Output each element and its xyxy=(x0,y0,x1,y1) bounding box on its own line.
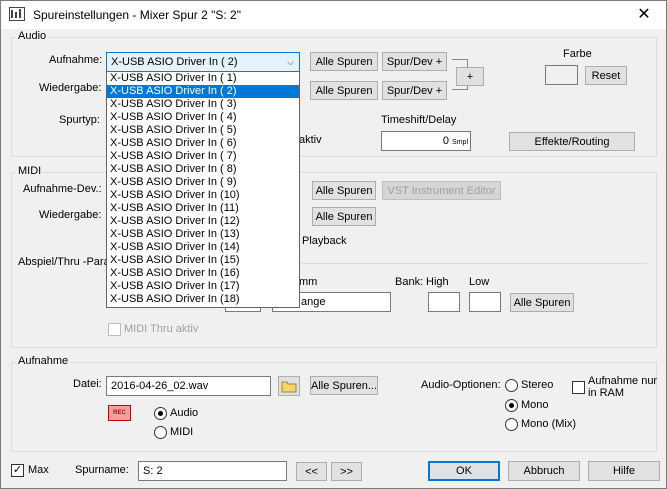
aufnahme-device-dropdown: X-USB ASIO Driver In ( 1) X-USB ASIO Driv… xyxy=(106,71,300,308)
aufnahme-device-select[interactable]: X-USB ASIO Driver In ( 2) ⌵ xyxy=(106,52,300,72)
reset-button[interactable]: Reset xyxy=(585,66,627,85)
alle-spuren-aufnahme-button[interactable]: Alle Spuren xyxy=(310,52,378,71)
wiedergabe-label: Wiedergabe: xyxy=(39,82,102,94)
aufnahme-dev-label: Aufnahme-Dev.: xyxy=(23,183,102,195)
aktiv-label: aktiv xyxy=(299,134,322,146)
midi-thru-checkbox[interactable] xyxy=(108,323,121,336)
programm-label: mm xyxy=(299,276,318,288)
dropdown-option[interactable]: X-USB ASIO Driver In (16) xyxy=(107,267,299,280)
close-icon[interactable]: ✕ xyxy=(630,5,658,25)
dropdown-option[interactable]: X-USB ASIO Driver In (15) xyxy=(107,254,299,267)
plus-button[interactable]: + xyxy=(456,67,484,86)
ram-only-label-1: Aufnahme nur xyxy=(588,375,658,387)
bank-high-label: High xyxy=(426,276,449,288)
max-checkbox[interactable]: ✓ xyxy=(11,464,24,477)
separator xyxy=(301,263,647,264)
stereo-label: Stereo xyxy=(521,379,554,391)
folder-icon[interactable] xyxy=(278,376,300,396)
dropdown-option[interactable]: X-USB ASIO Driver In (10) xyxy=(107,189,299,202)
dropdown-option[interactable]: X-USB ASIO Driver In (13) xyxy=(107,228,299,241)
prev-track-button[interactable]: << xyxy=(296,462,327,481)
datei-label: Datei: xyxy=(73,378,102,390)
bank-low-label: Low xyxy=(469,276,490,288)
alle-spuren-datei-button[interactable]: Alle Spuren... xyxy=(310,376,378,395)
audio-optionen-label: Audio-Optionen: xyxy=(421,379,501,391)
dropdown-option[interactable]: X-USB ASIO Driver In ( 5) xyxy=(107,124,299,137)
dropdown-option[interactable]: X-USB ASIO Driver In (11) xyxy=(107,202,299,215)
app-icon xyxy=(9,7,25,21)
vst-instrument-editor-button[interactable]: VST Instrument Editor xyxy=(382,181,501,200)
timeshift-input[interactable]: 0 Smpl xyxy=(381,131,471,151)
next-track-button[interactable]: >> xyxy=(331,462,362,481)
aufnahme-label: Aufnahme: xyxy=(49,54,103,66)
midi-alle-spuren-button-2[interactable]: Alle Spuren xyxy=(312,207,376,226)
midi-group-title: MIDI xyxy=(16,165,44,177)
farbe-label: Farbe xyxy=(563,48,592,60)
audio-group-title: Audio xyxy=(16,30,49,42)
dropdown-option[interactable]: X-USB ASIO Driver In ( 3) xyxy=(107,98,299,111)
spur-dev-wiedergabe-button[interactable]: Spur/Dev + xyxy=(382,81,447,100)
dropdown-option[interactable]: X-USB ASIO Driver In ( 6) xyxy=(107,137,299,150)
record-icon[interactable]: REC xyxy=(108,405,131,421)
dropdown-option[interactable]: X-USB ASIO Driver In ( 2) xyxy=(107,85,299,98)
link-line xyxy=(452,59,468,60)
audio-radio-label: Audio xyxy=(170,407,199,419)
mono-mix-label: Mono (Mix) xyxy=(521,418,577,430)
datei-input[interactable]: 2016-04-26_02.wav xyxy=(106,376,271,396)
chevron-down-icon: ⌵ xyxy=(287,57,294,67)
color-swatch[interactable] xyxy=(545,65,578,85)
ram-only-checkbox[interactable] xyxy=(572,381,585,394)
spurname-input[interactable]: S: 2 xyxy=(138,461,287,481)
playback-label: Playback xyxy=(302,235,347,247)
dropdown-option[interactable]: X-USB ASIO Driver In (17) xyxy=(107,280,299,293)
mono-label: Mono xyxy=(521,399,549,411)
dropdown-option[interactable]: X-USB ASIO Driver In ( 1) xyxy=(107,72,299,85)
alle-spuren-wiedergabe-button[interactable]: Alle Spuren xyxy=(310,81,378,100)
window-title: Spureinstellungen - Mixer Spur 2 "S: 2" xyxy=(33,8,241,22)
bank-low-input[interactable] xyxy=(469,292,501,312)
midi-wiedergabe-label: Wiedergabe: xyxy=(39,209,102,221)
aufnahme-group-title: Aufnahme xyxy=(16,355,71,367)
dropdown-option[interactable]: X-USB ASIO Driver In ( 8) xyxy=(107,163,299,176)
midi-thru-label: MIDI Thru aktiv xyxy=(124,323,199,335)
midi-alle-spuren-button-3[interactable]: Alle Spuren xyxy=(510,293,574,312)
mono-mix-radio[interactable] xyxy=(505,418,518,431)
max-label: Max xyxy=(28,464,49,476)
hilfe-button[interactable]: Hilfe xyxy=(588,461,660,481)
ok-button[interactable]: OK xyxy=(428,461,500,481)
midi-radio-label: MIDI xyxy=(170,426,194,438)
timeshift-label: Timeshift/Delay xyxy=(381,114,457,126)
dropdown-option[interactable]: X-USB ASIO Driver In (14) xyxy=(107,241,299,254)
spurtyp-label: Spurtyp: xyxy=(59,114,100,126)
midi-alle-spuren-button-1[interactable]: Alle Spuren xyxy=(312,181,376,200)
abbruch-button[interactable]: Abbruch xyxy=(508,461,580,481)
bank-label: Bank: xyxy=(395,276,424,288)
bank-high-input[interactable] xyxy=(428,292,460,312)
spur-dev-aufnahme-button[interactable]: Spur/Dev + xyxy=(382,52,447,71)
abspiel-thru-label: Abspiel/Thru -Para xyxy=(18,256,110,268)
effekte-routing-button[interactable]: Effekte/Routing xyxy=(509,132,635,151)
dropdown-option[interactable]: X-USB ASIO Driver In (18) xyxy=(107,293,299,306)
dropdown-option[interactable]: X-USB ASIO Driver In ( 7) xyxy=(107,150,299,163)
stereo-radio[interactable] xyxy=(505,379,518,392)
link-line xyxy=(452,89,468,90)
ram-only-label-2: in RAM xyxy=(588,387,625,399)
audio-radio[interactable] xyxy=(154,407,167,420)
midi-radio[interactable] xyxy=(154,426,167,439)
title-bar: Spureinstellungen - Mixer Spur 2 "S: 2" … xyxy=(1,1,666,29)
settings-dialog: Spureinstellungen - Mixer Spur 2 "S: 2" … xyxy=(0,0,667,489)
dropdown-option[interactable]: X-USB ASIO Driver In ( 9) xyxy=(107,176,299,189)
mono-radio[interactable] xyxy=(505,399,518,412)
dropdown-option[interactable]: X-USB ASIO Driver In ( 4) xyxy=(107,111,299,124)
spurname-label: Spurname: xyxy=(75,464,129,476)
dropdown-option[interactable]: X-USB ASIO Driver In (12) xyxy=(107,215,299,228)
